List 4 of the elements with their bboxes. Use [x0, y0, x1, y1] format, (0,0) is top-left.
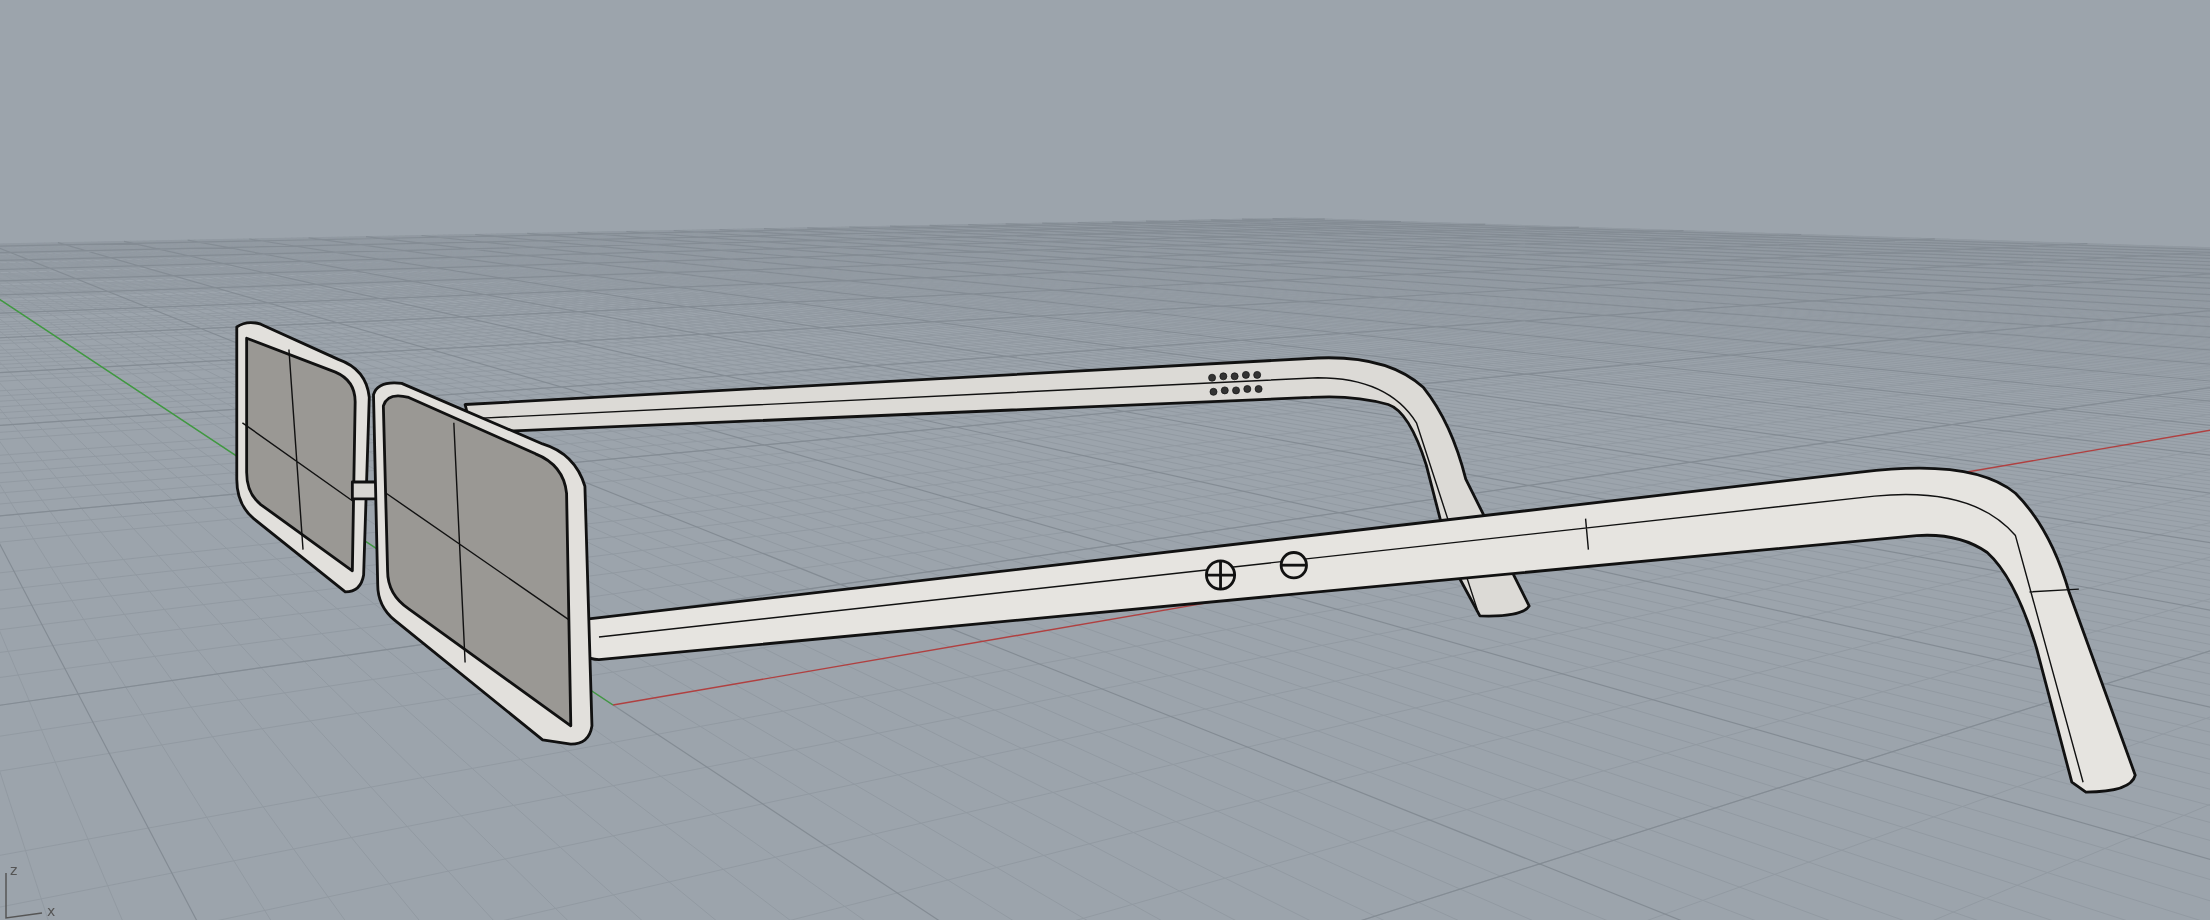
eyeglasses-drawing[interactable]	[235, 321, 2137, 794]
viewport[interactable]: z x	[0, 0, 2210, 920]
axis-label: x	[47, 903, 56, 919]
axis-label: z	[10, 862, 18, 878]
